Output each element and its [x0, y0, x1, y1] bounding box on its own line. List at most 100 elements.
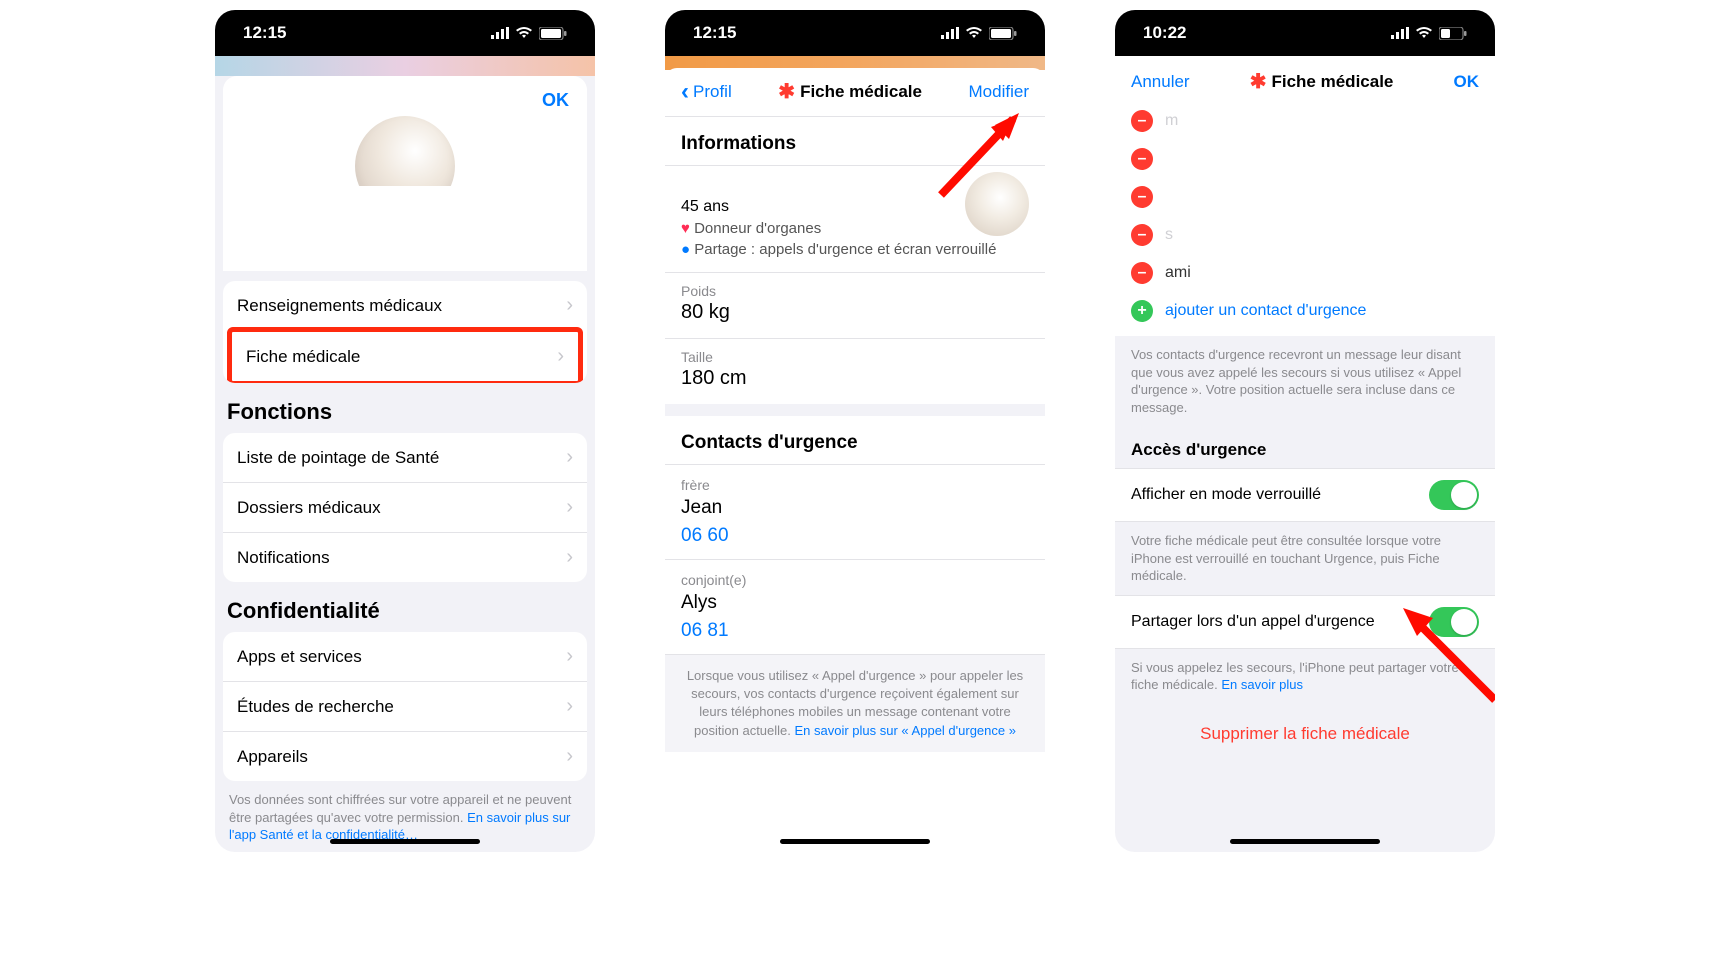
contact-name: Jean [681, 497, 1029, 519]
learn-more-link[interactable]: En savoir plus sur « Appel d'urgence » [795, 723, 1016, 738]
contact-block: frère Jean 06 60 [665, 465, 1045, 560]
status-indicators [941, 27, 1017, 40]
contact-row[interactable]: – [1115, 178, 1495, 216]
height-value: 180 cm [681, 367, 1029, 390]
wifi-icon [515, 27, 533, 39]
toggle-share-emergency[interactable]: Partager lors d'un appel d'urgence [1115, 595, 1495, 649]
header-access: Accès d'urgence [1115, 426, 1495, 468]
status-time: 12:15 [693, 23, 736, 43]
row-label: Notifications [237, 548, 330, 568]
toggle-label: Afficher en mode verrouillé [1131, 486, 1321, 504]
row-label: Appareils [237, 747, 308, 767]
contact-relation: frère [681, 477, 1029, 493]
page-title: ✱ Fiche médicale [778, 82, 922, 102]
avatar [965, 172, 1029, 236]
toggle1-footnote: Votre fiche médicale peut être consultée… [1115, 522, 1495, 595]
remove-icon[interactable]: – [1131, 110, 1153, 132]
back-label: Profil [693, 82, 732, 102]
chevron-right-icon: › [566, 294, 573, 317]
nav-bar: ‹ Profil ✱ Fiche médicale Modifier [665, 68, 1045, 117]
contacts-footnote: Vos contacts d'urgence recevront un mess… [1115, 336, 1495, 426]
modify-button[interactable]: Modifier [969, 82, 1029, 102]
battery-icon [539, 27, 567, 40]
height-label: Taille [681, 349, 1029, 365]
remove-icon[interactable]: – [1131, 148, 1153, 170]
switch-on-icon[interactable] [1429, 480, 1479, 510]
chevron-right-icon: › [566, 446, 573, 469]
contact-phone[interactable]: 06 60 [681, 525, 1029, 547]
contact-relation: conjoint(e) [681, 572, 1029, 588]
cellular-icon [941, 27, 959, 39]
row-dossiers-medicaux[interactable]: Dossiers médicaux › [223, 482, 587, 532]
cancel-button[interactable]: Annuler [1131, 72, 1190, 92]
annotation-highlight-box: Fiche médicale › [227, 327, 583, 383]
status-time: 12:15 [243, 23, 286, 43]
donor-text: Donneur d'organes [690, 220, 821, 237]
learn-more-link[interactable]: En savoir plus [1221, 677, 1303, 692]
contact-block: conjoint(e) Alys 06 81 [665, 560, 1045, 655]
wifi-icon [1415, 27, 1433, 39]
row-apps-services[interactable]: Apps et services › [223, 632, 587, 681]
section-confidentialite-title: Confidentialité [215, 582, 595, 632]
add-contact-row[interactable]: + ajouter un contact d'urgence [1115, 292, 1495, 330]
chevron-left-icon: ‹ [681, 78, 689, 106]
asterisk-icon: ✱ [778, 82, 795, 102]
toggle2-footnote: Si vous appelez les secours, l'iPhone pe… [1115, 649, 1495, 704]
weight-block: Poids 80 kg [665, 273, 1045, 339]
back-button[interactable]: ‹ Profil [681, 78, 732, 106]
heart-icon: ♥ [681, 220, 690, 237]
contact-label: m [1165, 112, 1178, 130]
chevron-right-icon: › [566, 546, 573, 569]
chevron-right-icon: › [566, 496, 573, 519]
battery-icon [1439, 27, 1467, 40]
header-informations: Informations [665, 117, 1045, 166]
contact-phone[interactable]: 06 81 [681, 620, 1029, 642]
row-appareils[interactable]: Appareils › [223, 731, 587, 781]
contact-row[interactable]: – s [1115, 216, 1495, 254]
status-time: 10:22 [1143, 23, 1186, 43]
section-fonctions-title: Fonctions [215, 383, 595, 433]
toggle-show-locked[interactable]: Afficher en mode verrouillé [1115, 468, 1495, 522]
avatar-area [223, 111, 587, 231]
height-block: Taille 180 cm [665, 339, 1045, 416]
status-bar: 10:22 [1115, 10, 1495, 56]
row-label: Fiche médicale [246, 347, 360, 367]
remove-icon[interactable]: – [1131, 224, 1153, 246]
weight-value: 80 kg [681, 301, 1029, 324]
asterisk-icon: ✱ [1250, 72, 1267, 92]
chevron-right-icon: › [557, 345, 564, 368]
remove-icon[interactable]: – [1131, 262, 1153, 284]
contact-label [1165, 150, 1169, 168]
row-renseignements-medicaux[interactable]: Renseignements médicaux › [223, 281, 587, 330]
contact-row[interactable]: – m [1115, 102, 1495, 140]
ok-button[interactable]: OK [1453, 72, 1479, 92]
battery-icon [989, 27, 1017, 40]
status-bar: 12:15 [215, 10, 595, 56]
chevron-right-icon: › [566, 745, 573, 768]
row-notifications[interactable]: Notifications › [223, 532, 587, 582]
add-contact-label: ajouter un contact d'urgence [1165, 302, 1366, 320]
row-fiche-medicale[interactable]: Fiche médicale › [232, 332, 578, 381]
contact-label: ami [1165, 264, 1191, 282]
row-etudes-recherche[interactable]: Études de recherche › [223, 681, 587, 731]
home-indicator [330, 839, 480, 844]
switch-on-icon[interactable] [1429, 607, 1479, 637]
page-title: ✱ Fiche médicale [1250, 72, 1394, 92]
delete-fiche-button[interactable]: Supprimer la fiche médicale [1115, 704, 1495, 770]
contact-label [1165, 188, 1169, 206]
screenshot-fiche-medicale-view: 12:15 ‹ Profil ✱ Fiche médicale Modifier… [665, 10, 1045, 852]
row-label: Liste de pointage de Santé [237, 448, 439, 468]
contact-row[interactable]: – [1115, 140, 1495, 178]
status-bar: 12:15 [665, 10, 1045, 56]
nav-bar: Annuler ✱ Fiche médicale OK [1115, 62, 1495, 102]
cellular-icon [491, 27, 509, 39]
share-text: Partage : appels d'urgence et écran verr… [690, 241, 996, 258]
screenshot-profile-menu: 12:15 OK Renseignements médicaux › Fiche… [215, 10, 595, 852]
screenshot-fiche-medicale-edit: 10:22 Annuler ✱ Fiche médicale OK – m – … [1115, 10, 1495, 852]
row-liste-pointage[interactable]: Liste de pointage de Santé › [223, 433, 587, 482]
add-icon[interactable]: + [1131, 300, 1153, 322]
contact-row[interactable]: – ami [1115, 254, 1495, 292]
header-contacts: Contacts d'urgence [665, 416, 1045, 465]
ok-button[interactable]: OK [542, 90, 569, 111]
remove-icon[interactable]: – [1131, 186, 1153, 208]
